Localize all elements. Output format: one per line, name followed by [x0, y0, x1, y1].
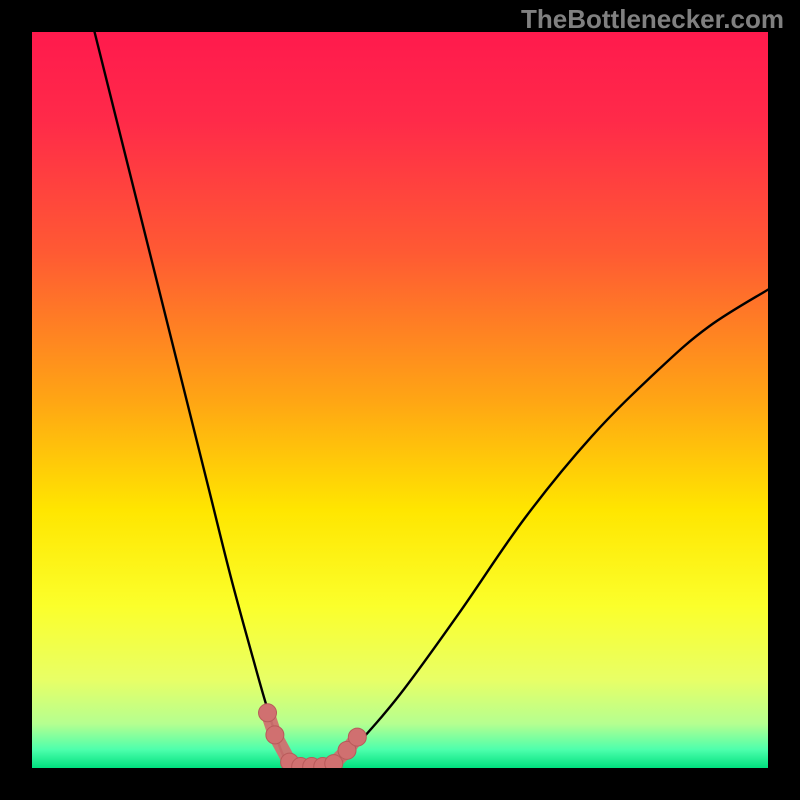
marker-dot: [259, 704, 277, 722]
marker-dot: [266, 726, 284, 744]
plot-svg: [32, 32, 768, 768]
watermark-text: TheBottlenecker.com: [521, 4, 784, 35]
marker-dot: [348, 728, 366, 746]
chart-frame: TheBottlenecker.com: [0, 0, 800, 800]
plot-area: [32, 32, 768, 768]
gradient-background: [32, 32, 768, 768]
